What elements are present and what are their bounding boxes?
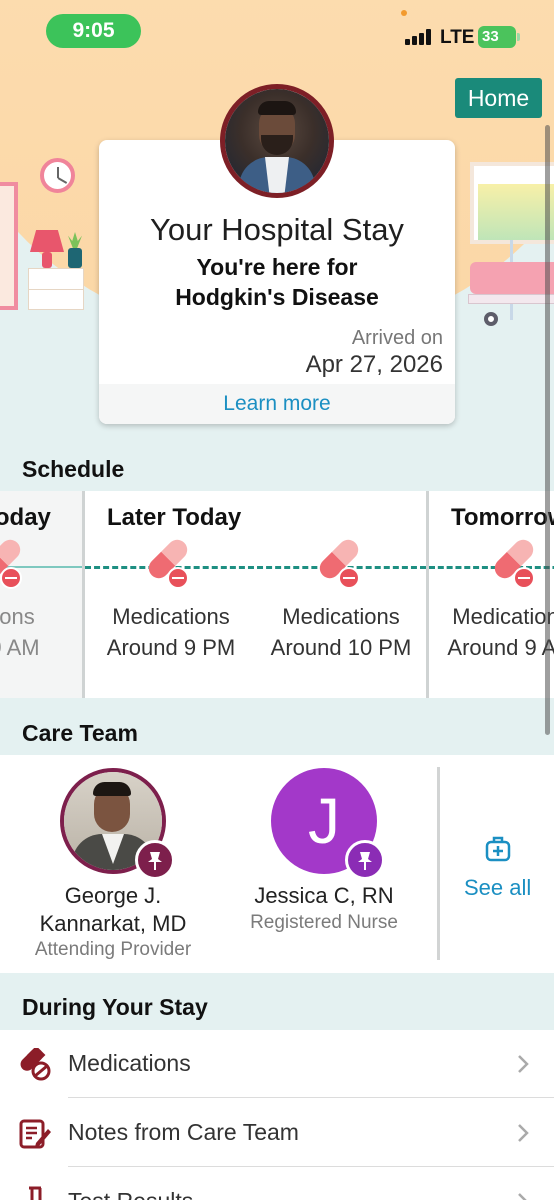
arrived-label: Arrived on: [351, 327, 443, 349]
battery-level: 33: [482, 28, 499, 45]
door-illustration: [0, 182, 18, 310]
network-type: LTE: [440, 27, 475, 48]
arrived-date: Apr 27, 2026: [305, 351, 443, 378]
provider-name-line2: Kannarkat, MD: [39, 911, 187, 936]
schedule-column-today[interactable]: Today Medications Around 9 AM: [0, 491, 82, 698]
schedule-item-title: Medications: [452, 604, 554, 629]
schedule-item-time: Around 9 AM: [447, 635, 554, 660]
nurse-name[interactable]: Jessica C, RN: [224, 882, 424, 910]
list-item-label: Medications: [68, 1050, 191, 1076]
schedule-item-title: Medications: [0, 604, 35, 629]
schedule-item-title: Medications: [112, 604, 230, 629]
schedule-timeline: [85, 566, 426, 569]
medication-icon: [139, 535, 192, 589]
see-all-care-team-link[interactable]: See all: [464, 875, 531, 901]
clock-illustration: [40, 158, 75, 193]
chevron-right-icon: [518, 1055, 529, 1073]
schedule-item-title: Medications: [282, 604, 400, 629]
test-tube-icon: [29, 1186, 42, 1200]
battery-icon: 33: [478, 26, 520, 48]
stay-reason-diagnosis: Hodgkin's Disease: [175, 284, 379, 310]
care-team-panel: George J. Kannarkat, MD Attending Provid…: [0, 755, 554, 973]
list-divider: [68, 1097, 554, 1098]
nurse-role: Registered Nurse: [250, 912, 398, 933]
status-bar: 9:05 LTE 33: [0, 0, 554, 66]
bed-illustration: [470, 262, 554, 294]
schedule-item-time: Around 10 PM: [270, 635, 412, 660]
medication-icon: [0, 535, 25, 589]
list-item-label: Test Results: [68, 1188, 193, 1200]
medication-icon: [485, 535, 538, 589]
schedule-item-time: Around 9 PM: [106, 635, 236, 660]
pin-icon[interactable]: [345, 840, 385, 880]
schedule-column-label: Today: [0, 504, 51, 531]
learn-more-link[interactable]: Learn more: [99, 384, 455, 424]
care-team-heading: Care Team: [0, 698, 554, 755]
privacy-indicator-dot: [401, 10, 407, 16]
schedule-item[interactable]: Medications Around 10 PM: [261, 601, 421, 663]
list-divider: [68, 1166, 554, 1167]
list-item-medications[interactable]: Medications: [0, 1030, 554, 1098]
plant-pot-illustration: [68, 248, 82, 268]
provider-name-line1: George J.: [64, 883, 162, 908]
medication-icon: [310, 535, 363, 589]
chevron-right-icon: [518, 1124, 529, 1142]
schedule-item-time: Around 9 AM: [0, 635, 40, 660]
patient-avatar[interactable]: [220, 84, 334, 198]
list-item-label: Notes from Care Team: [68, 1119, 299, 1145]
list-item-notes[interactable]: Notes from Care Team: [0, 1099, 554, 1167]
provider-role: Attending Provider: [34, 939, 192, 960]
lamp-stem-illustration: [42, 252, 52, 268]
home-button[interactable]: Home: [455, 78, 542, 118]
nightstand-illustration: [28, 268, 84, 310]
schedule-heading: Schedule: [0, 440, 554, 491]
schedule-carousel[interactable]: Today Medications Around 9 AM Later Toda…: [0, 491, 554, 698]
schedule-item[interactable]: Medications Around 9 AM: [431, 601, 554, 663]
chevron-right-icon: [518, 1193, 527, 1200]
list-item-test-results[interactable]: Test Results: [0, 1168, 554, 1200]
schedule-column-tomorrow[interactable]: Tomorrow Medications Around 9 AM: [429, 491, 554, 698]
status-time: 9:05: [46, 14, 141, 48]
during-stay-heading: During Your Stay: [0, 973, 554, 1030]
stay-card-title: Your Hospital Stay: [150, 212, 404, 247]
pin-icon[interactable]: [135, 840, 175, 880]
window-illustration: [470, 162, 554, 244]
bed-frame-illustration: [468, 294, 554, 304]
care-team-divider: [437, 767, 440, 960]
schedule-column-label: Later Today: [107, 504, 242, 531]
cellular-signal-icon: [405, 29, 435, 45]
bed-wheel-illustration: [484, 312, 498, 326]
stay-reason-intro: You're here for: [196, 254, 358, 280]
schedule-item[interactable]: Medications Around 9 PM: [91, 601, 251, 663]
schedule-column-later-today[interactable]: Later Today Medications Around 9 PM Medi…: [85, 491, 426, 698]
schedule-column-label: Tomorrow: [451, 504, 554, 531]
scrollbar[interactable]: [545, 125, 550, 735]
notes-icon: [19, 1119, 51, 1149]
medical-bag-icon: [485, 836, 511, 862]
provider-name[interactable]: George J. Kannarkat, MD: [13, 882, 213, 938]
pills-icon: [20, 1048, 51, 1081]
schedule-item[interactable]: Medications Around 9 AM: [0, 601, 56, 663]
